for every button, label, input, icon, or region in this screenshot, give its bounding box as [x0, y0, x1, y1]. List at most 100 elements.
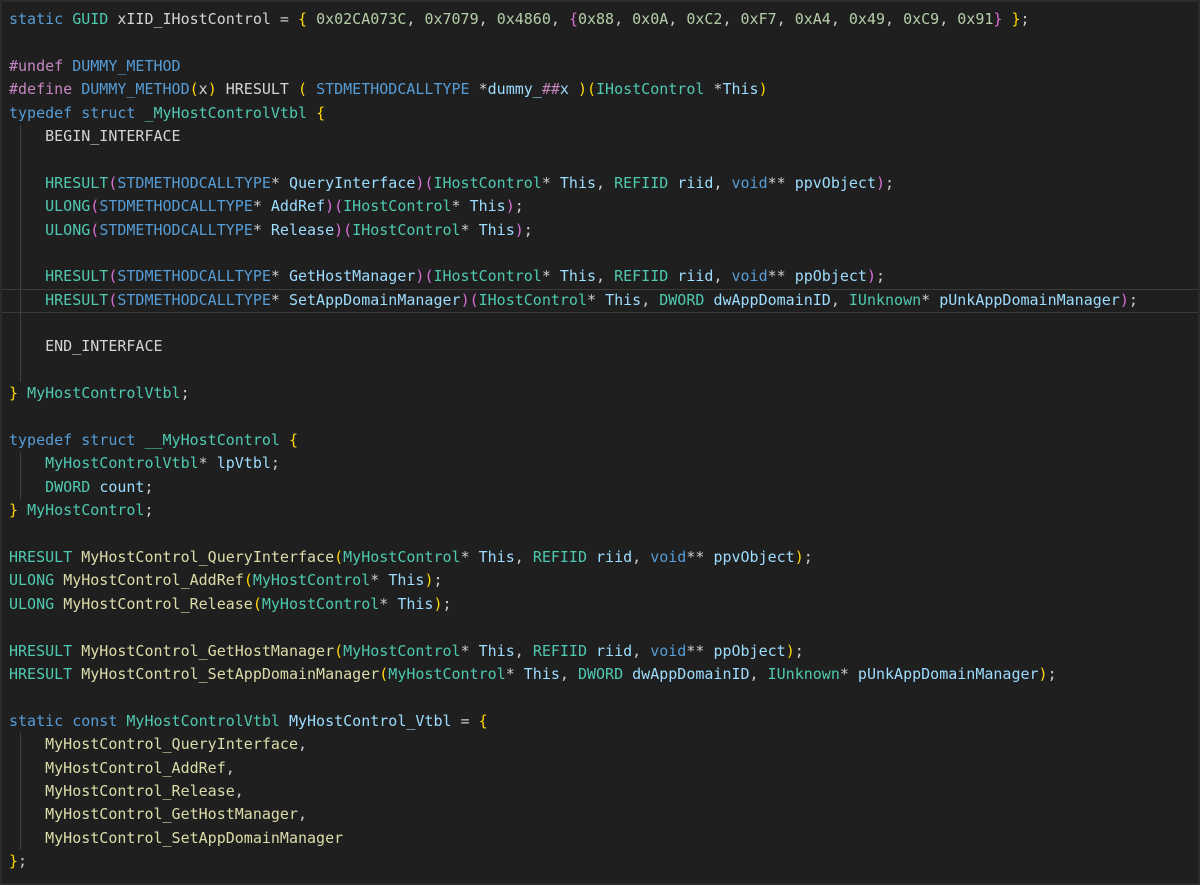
code-line[interactable]: HRESULT(STDMETHODCALLTYPE* SetAppDomainM… — [2, 288, 1198, 314]
indent-guide — [20, 171, 21, 196]
code-token: AddRef — [270, 197, 326, 216]
code-line[interactable]: END_INTERFACE — [9, 335, 1138, 359]
code-token: count — [99, 477, 145, 496]
code-line[interactable]: MyHostControl_Release, — [9, 779, 1138, 804]
code-token: , — [225, 758, 235, 777]
code-token: ; — [885, 173, 895, 192]
code-token: { — [288, 431, 298, 450]
code-line[interactable]: ULONG(STDMETHODCALLTYPE* Release)(IHostC… — [9, 218, 1138, 242]
indent-guide — [20, 335, 21, 359]
code-line[interactable]: BEGIN_INTERFACE — [9, 124, 1138, 149]
code-line[interactable]: typedef struct __MyHostControl { — [9, 429, 1138, 452]
code-token: , — [722, 10, 741, 28]
code-token: MyHostControl — [388, 664, 506, 683]
code-line[interactable]: typedef struct _MyHostControlVtbl { — [9, 102, 1138, 125]
code-token: STDMETHODCALLTYPE — [117, 267, 271, 286]
code-token: } — [1011, 10, 1021, 28]
code-token: , — [234, 781, 244, 800]
code-editor[interactable]: static GUID xIID_IHostControl = { 0x02CA… — [0, 0, 1200, 885]
code-token: , — [830, 290, 849, 309]
code-line[interactable]: MyHostControl_GetHostManager, — [9, 803, 1138, 827]
code-token: , — [939, 10, 958, 28]
indent-guide — [20, 148, 21, 172]
code-line[interactable]: static GUID xIID_IHostControl = { 0x02CA… — [9, 8, 1138, 31]
code-token: void — [731, 267, 768, 286]
code-line[interactable]: MyHostControl_QueryInterface, — [9, 733, 1138, 757]
code-token: * — [704, 80, 723, 99]
code-line[interactable]: HRESULT MyHostControl_SetAppDomainManage… — [9, 663, 1138, 686]
code-line[interactable] — [9, 148, 1138, 172]
code-line[interactable] — [9, 31, 1138, 54]
code-area[interactable]: static GUID xIID_IHostControl = { 0x02CA… — [2, 8, 1198, 873]
code-line[interactable]: ULONG MyHostControl_Release(MyHostContro… — [9, 593, 1138, 616]
code-line[interactable]: HRESULT MyHostControl_GetHostManager(MyH… — [9, 640, 1138, 663]
code-line[interactable]: MyHostControl_SetAppDomainManager — [9, 826, 1138, 851]
code-token: GetHostManager — [288, 267, 416, 286]
code-token: ( — [243, 571, 253, 590]
code-token: ; — [794, 641, 804, 660]
code-token: void — [650, 641, 687, 660]
indent-guide — [20, 826, 21, 851]
code-token: , — [749, 664, 768, 683]
indent-guide — [20, 124, 21, 149]
code-line[interactable] — [9, 616, 1138, 639]
code-token: IHostControl — [352, 220, 461, 239]
code-token: ** — [686, 641, 714, 660]
code-line[interactable]: }; — [9, 850, 1138, 873]
code-line[interactable]: ULONG MyHostControl_AddRef(MyHostControl… — [9, 569, 1138, 592]
code-token: * — [460, 547, 479, 566]
code-line[interactable]: #undef DUMMY_METHOD — [9, 55, 1138, 78]
code-token: , — [596, 173, 615, 192]
code-token: GUID — [72, 10, 109, 28]
code-line[interactable]: DWORD count; — [9, 475, 1138, 500]
code-line[interactable]: static const MyHostControlVtbl MyHostCon… — [9, 710, 1138, 733]
indent-guide — [20, 265, 21, 289]
code-line[interactable]: HRESULT(STDMETHODCALLTYPE* QueryInterfac… — [9, 171, 1138, 196]
code-token: MyHostControl_QueryInterface — [81, 547, 335, 566]
code-line[interactable] — [9, 241, 1138, 266]
code-token: } — [9, 501, 19, 520]
code-token: static — [9, 711, 64, 730]
code-line[interactable]: } MyHostControlVtbl; — [9, 382, 1138, 405]
code-line[interactable] — [9, 523, 1138, 546]
code-token: This — [523, 664, 560, 683]
code-token: ; — [270, 454, 280, 473]
code-token: * — [451, 197, 470, 216]
code-token: ; — [144, 501, 154, 520]
code-token: MyHostControl_Release — [63, 594, 253, 613]
code-token: ( — [334, 197, 344, 216]
code-token: * — [541, 173, 560, 192]
code-line[interactable]: } MyHostControl; — [9, 499, 1138, 522]
code-line[interactable]: HRESULT(STDMETHODCALLTYPE* GetHostManage… — [9, 265, 1138, 289]
code-token: x — [559, 80, 569, 99]
code-line[interactable]: MyHostControl_AddRef, — [9, 756, 1138, 780]
code-line[interactable]: ULONG(STDMETHODCALLTYPE* AddRef)(IHostCo… — [9, 195, 1138, 219]
indent-guide — [20, 756, 21, 780]
code-token: * — [839, 664, 858, 683]
code-line[interactable] — [9, 406, 1138, 429]
code-line[interactable]: #define DUMMY_METHOD(x) HRESULT ( STDMET… — [9, 78, 1138, 101]
code-token: pUnkAppDomainManager — [857, 664, 1039, 683]
code-line[interactable]: MyHostControlVtbl* lpVtbl; — [9, 452, 1138, 476]
code-token: { — [568, 10, 578, 28]
code-line[interactable] — [9, 312, 1138, 336]
code-token: dwAppDomainID — [632, 664, 750, 683]
code-token: dummy_ — [487, 80, 542, 99]
code-token: ; — [1020, 10, 1030, 28]
code-token: This — [559, 267, 597, 286]
code-token: lpVtbl — [216, 454, 271, 473]
code-line[interactable] — [9, 358, 1138, 383]
code-token: * — [460, 220, 479, 239]
code-line[interactable]: HRESULT MyHostControl_QueryInterface(MyH… — [9, 546, 1138, 569]
code-token: ( — [334, 641, 344, 660]
code-token: HRESULT — [9, 547, 73, 566]
code-token: ) — [876, 173, 886, 192]
code-line[interactable] — [9, 686, 1138, 709]
code-token: DWORD — [577, 664, 624, 683]
